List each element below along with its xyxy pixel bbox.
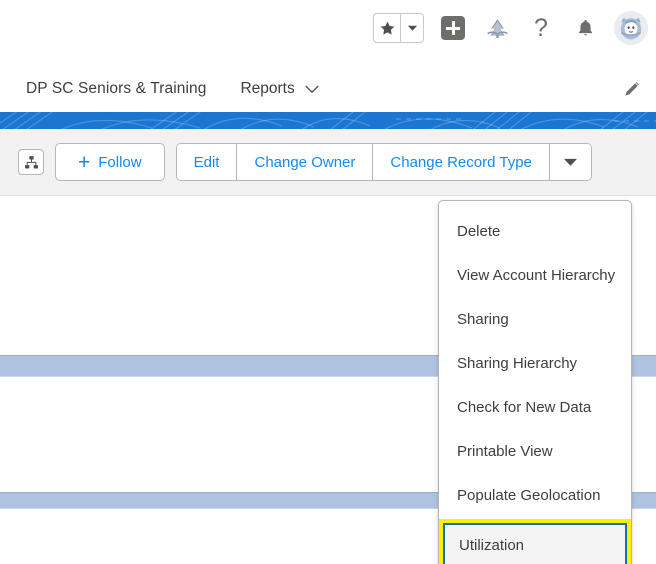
record-actions-button-group: Edit Change Owner Change Record Type (175, 143, 592, 181)
menu-item-populate-geolocation[interactable]: Populate Geolocation (439, 473, 631, 517)
help-question-icon[interactable]: ? (526, 13, 556, 43)
plus-icon: + (78, 150, 91, 174)
menu-item-label: Sharing (457, 310, 509, 328)
menu-item-check-for-new-data[interactable]: Check for New Data (439, 385, 631, 429)
nav-tab-reports[interactable]: Reports (240, 80, 319, 98)
more-actions-caret-icon[interactable] (549, 144, 591, 180)
record-action-toolbar: + Follow Edit Change Owner Change Record… (0, 129, 656, 196)
follow-button-group: + Follow (55, 143, 165, 181)
menu-item-printable-view[interactable]: Printable View (439, 429, 631, 473)
change-record-type-button-label: Change Record Type (390, 153, 532, 171)
follow-button[interactable]: + Follow (55, 143, 165, 181)
change-owner-button[interactable]: Change Owner (237, 144, 374, 180)
menu-item-view-account-hierarchy[interactable]: View Account Hierarchy (439, 253, 631, 297)
account-hierarchy-icon[interactable] (18, 149, 44, 175)
setup-tree-icon[interactable] (482, 13, 512, 43)
new-item-plus-icon[interactable] (438, 13, 468, 43)
follow-button-label: Follow (98, 153, 142, 171)
menu-item-label: Utilization (459, 536, 525, 554)
user-avatar[interactable] (614, 11, 648, 45)
menu-item-label: Delete (457, 222, 501, 240)
menu-item-delete[interactable]: Delete (439, 209, 631, 253)
favorites-group[interactable] (373, 13, 424, 43)
favorites-star-icon[interactable] (374, 14, 401, 42)
salesforce-record-page: ? DP SC Seniors & Training Reports + Fol… (0, 0, 656, 564)
edit-button-label: Edit (193, 153, 220, 171)
nav-tab-label: Reports (240, 80, 295, 97)
menu-item-label: View Account Hierarchy (457, 266, 616, 284)
favorites-dropdown-caret-icon[interactable] (401, 14, 423, 42)
notifications-bell-icon[interactable] (570, 13, 600, 43)
menu-item-sharing[interactable]: Sharing (439, 297, 631, 341)
global-header: ? (0, 0, 656, 66)
change-owner-button-label: Change Owner (254, 153, 356, 171)
chevron-down-icon[interactable] (305, 85, 319, 94)
app-navigation-bar: DP SC Seniors & Training Reports (0, 66, 656, 112)
menu-item-sharing-hierarchy[interactable]: Sharing Hierarchy (439, 341, 631, 385)
record-actions-dropdown-menu[interactable]: Delete View Account Hierarchy Sharing Sh… (438, 200, 632, 564)
global-header-actions: ? (373, 11, 648, 45)
app-name-label[interactable]: DP SC Seniors & Training (26, 80, 206, 98)
menu-item-label: Populate Geolocation (457, 486, 601, 504)
menu-item-label: Sharing Hierarchy (457, 354, 578, 372)
pencil-icon[interactable] (622, 79, 642, 99)
edit-button[interactable]: Edit (176, 144, 238, 180)
menu-item-label: Printable View (457, 442, 553, 460)
menu-item-label: Check for New Data (457, 398, 592, 416)
menu-item-utilization[interactable]: Utilization (439, 519, 631, 564)
record-banner-decoration (0, 112, 656, 129)
change-record-type-button[interactable]: Change Record Type (373, 144, 550, 180)
help-question-glyph: ? (534, 13, 548, 42)
utilization-highlight-annotation: Utilization (439, 519, 631, 564)
